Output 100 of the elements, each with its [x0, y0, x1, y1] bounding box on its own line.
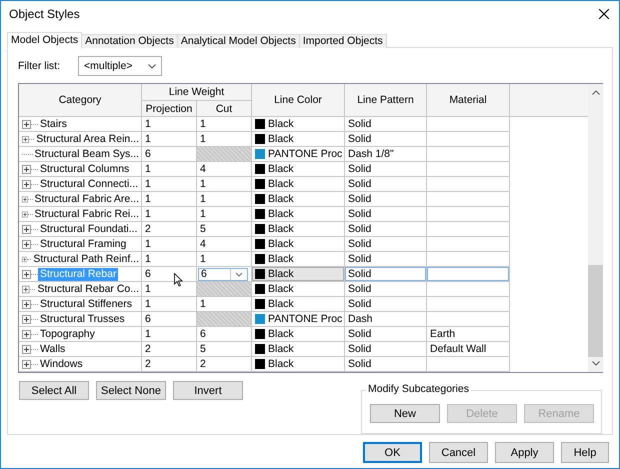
table-cell[interactable]: 1	[197, 117, 252, 132]
table-cell[interactable]: 2	[142, 357, 197, 372]
table-cell[interactable]: 4	[197, 162, 252, 177]
scroll-up-icon[interactable]	[592, 90, 600, 95]
table-cell[interactable]: 1	[142, 252, 197, 267]
tab[interactable]: Annotation Objects	[81, 34, 178, 48]
tab[interactable]: Imported Objects	[298, 34, 387, 48]
empty-cell[interactable]	[427, 357, 510, 372]
subcategory-button[interactable]: New	[370, 404, 440, 423]
expand-icon[interactable]	[22, 224, 31, 234]
line-color-cell[interactable]: Black	[252, 117, 345, 132]
line-color-cell[interactable]: Black	[252, 357, 345, 372]
table-cell[interactable]: 1	[197, 252, 252, 267]
table-cell[interactable]: 5	[197, 342, 252, 357]
expand-icon[interactable]	[22, 120, 31, 128]
scroll-down-icon[interactable]	[592, 361, 600, 366]
tab[interactable]: Model Objects	[7, 32, 82, 49]
line-color-cell[interactable]: PANTONE Proc	[252, 147, 345, 162]
empty-cell[interactable]	[427, 162, 510, 177]
table-cell[interactable]: Solid	[345, 192, 427, 207]
selection-button[interactable]: Select All	[19, 381, 89, 400]
empty-cell[interactable]	[427, 252, 510, 267]
dialog-button[interactable]: Cancel	[429, 442, 488, 463]
table-cell[interactable]: 1	[142, 327, 197, 342]
scrollbar-thumb[interactable]	[588, 265, 603, 357]
category-name[interactable]: Structural Path Reinf...	[31, 252, 141, 266]
category-name[interactable]: Structural Area Rein...	[34, 132, 141, 146]
empty-cell[interactable]	[427, 177, 510, 192]
line-color-cell[interactable]: Black	[252, 342, 345, 357]
table-cell[interactable]: Default Wall	[427, 342, 510, 357]
table-cell[interactable]: 5	[197, 222, 252, 237]
line-color-cell[interactable]: Black	[252, 282, 345, 297]
category-name[interactable]: Structural Fabric Are...	[32, 192, 141, 206]
expand-icon[interactable]	[22, 300, 31, 308]
category-name[interactable]: Structural Stiffeners	[38, 298, 134, 310]
category-name[interactable]: Walls	[38, 342, 68, 356]
table-cell[interactable]: Solid	[345, 342, 427, 357]
table-cell[interactable]: 2	[142, 342, 197, 357]
dialog-button[interactable]: OK	[363, 442, 422, 463]
table-cell[interactable]: 1	[142, 132, 197, 147]
expand-icon[interactable]	[22, 194, 28, 204]
expand-icon[interactable]	[22, 344, 31, 354]
close-icon[interactable]	[599, 9, 609, 19]
category-name[interactable]: Structural Trusses	[38, 312, 127, 326]
category-name[interactable]: Structural Foundati...	[38, 222, 140, 236]
filter-dropdown[interactable]: <multiple>	[78, 56, 162, 76]
table-cell[interactable]: Solid	[345, 237, 427, 252]
table-cell[interactable]: 1	[142, 177, 197, 192]
line-color-cell[interactable]: Black	[252, 132, 345, 147]
line-color-cell[interactable]: Black	[252, 207, 345, 222]
category-name[interactable]: Topography	[38, 328, 97, 340]
expand-icon[interactable]	[22, 134, 29, 144]
category-name[interactable]: Structural Rebar Co...	[35, 282, 141, 296]
table-cell[interactable]: 4	[197, 237, 252, 252]
tab[interactable]: Analytical Model Objects	[176, 34, 300, 48]
category-name[interactable]: Windows	[38, 358, 85, 370]
empty-cell[interactable]	[427, 222, 510, 237]
table-cell[interactable]: 1	[142, 162, 197, 177]
empty-cell[interactable]	[427, 237, 510, 252]
table-cell[interactable]: 2	[142, 222, 197, 237]
table-cell[interactable]: Solid	[345, 132, 427, 147]
empty-cell[interactable]	[427, 117, 510, 132]
expand-icon[interactable]	[22, 254, 28, 264]
category-name[interactable]: Structural Beam Sys...	[32, 148, 141, 160]
table-cell[interactable]: 1	[197, 192, 252, 207]
expand-icon[interactable]	[22, 314, 31, 324]
category-name[interactable]: Structural Fabric Rei...	[32, 208, 141, 220]
line-color-cell[interactable]: Black	[252, 222, 345, 237]
table-cell[interactable]: 1	[142, 207, 197, 222]
table-cell[interactable]: Solid	[345, 252, 427, 267]
line-color-cell[interactable]: Black	[252, 327, 345, 342]
line-color-cell[interactable]: Black	[252, 162, 345, 177]
table-cell[interactable]: 6	[197, 327, 252, 342]
table-cell[interactable]: 1	[142, 297, 197, 312]
expand-icon[interactable]	[22, 284, 30, 294]
expand-icon[interactable]	[22, 360, 31, 368]
table-cell[interactable]: 1	[197, 207, 252, 222]
table-cell[interactable]: 1	[197, 177, 252, 192]
selection-button[interactable]: Select None	[96, 381, 166, 400]
category-name[interactable]: Structural Connecti...	[38, 178, 140, 190]
category-name[interactable]: Structural Framing	[38, 238, 128, 250]
table-cell[interactable]: Solid	[345, 267, 427, 282]
table-cell[interactable]: Solid	[345, 357, 427, 372]
expand-icon[interactable]	[22, 270, 31, 278]
table-cell[interactable]: Earth	[427, 327, 510, 342]
line-color-cell[interactable]: Black	[252, 177, 345, 192]
table-cell[interactable]: Solid	[345, 177, 427, 192]
table-cell[interactable]: Solid	[345, 327, 427, 342]
line-color-cell[interactable]: Black	[252, 297, 345, 312]
table-cell[interactable]: 1	[142, 192, 197, 207]
empty-cell[interactable]	[427, 207, 510, 222]
cut-dropdown[interactable]: 6	[198, 268, 248, 280]
table-cell[interactable]: Solid	[345, 297, 427, 312]
empty-cell[interactable]	[427, 282, 510, 297]
expand-icon[interactable]	[22, 180, 31, 188]
table-cell[interactable]: 1	[142, 237, 197, 252]
line-color-cell[interactable]: PANTONE Proc	[252, 312, 345, 327]
table-cell[interactable]: Solid	[345, 222, 427, 237]
expand-icon[interactable]	[22, 210, 28, 218]
empty-cell[interactable]	[427, 192, 510, 207]
